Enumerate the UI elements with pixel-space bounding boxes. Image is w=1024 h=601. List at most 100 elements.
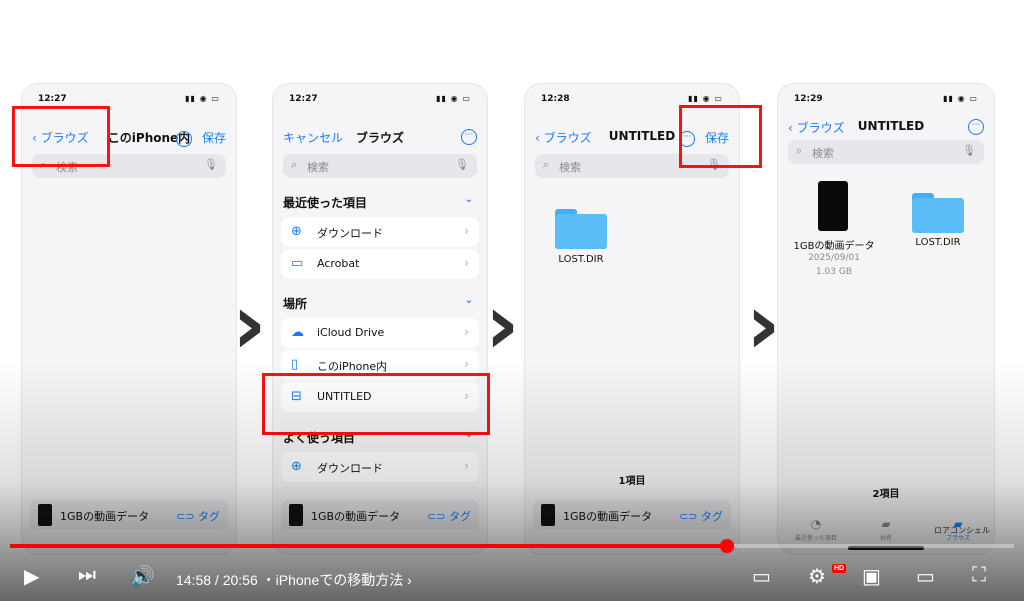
watermark: ロアコンシェル [934,526,990,535]
chapter-title[interactable]: ・iPhoneでの移動方法 [262,572,404,588]
file-name: 1GBの動画データ [60,510,150,523]
list-item-label: このiPhone内 [317,360,388,373]
file-name: 1GBの動画データ [563,510,653,523]
nav-actions: ··· 保存 [175,129,226,147]
list-item-label: ダウンロード [317,227,383,240]
chevron-down-icon: ⌄ [464,194,473,205]
chevron-right-icon: › [464,224,469,238]
folder-name: LOST.DIR [558,254,604,265]
search-placeholder: 検索 [307,161,329,174]
tag-label: タグ [198,510,220,523]
mic-icon[interactable]: 🎙 [455,158,469,171]
folder-icon: ▭ [291,256,304,271]
more-icon[interactable]: ··· [968,119,984,135]
folder-icon[interactable] [555,209,607,249]
tag-button[interactable]: ⊂⊃ タグ [427,508,471,524]
item-count: 2項目 [872,489,900,500]
search-icon: ⌕ [796,144,803,157]
file-thumbnail [38,504,52,526]
status-icons: ▮▮ ◉ ▭ [943,94,978,103]
status-time: 12:28 [541,94,570,104]
chevron-right-icon: › [746,275,781,373]
nav-title: UNTITLED [857,119,925,133]
player-controls: ▶ ⏭ 🔊 14:58 / 20:56 ・iPhoneでの移動方法 › ▭ ⚙ … [0,560,1024,594]
folder-body [555,214,607,249]
save-button[interactable]: 保存 [202,131,226,145]
status-time: 12:27 [289,94,318,104]
section-recent[interactable]: 最近使った項目 ⌄ [283,194,477,211]
shared-folder-icon: ▰ [881,517,891,531]
volume-icon[interactable]: 🔊 [130,564,155,589]
play-icon[interactable]: ▶ [24,564,39,589]
miniplayer-icon[interactable]: ▣ [862,564,881,589]
list-item-icloud[interactable]: ☁ iCloud Drive › [281,318,479,348]
list-item-label: iCloud Drive [317,326,385,339]
search-placeholder: 検索 [812,147,834,160]
highlight-untitled [262,373,490,435]
list-item-fav-downloads[interactable]: ⊕ ダウンロード › [281,452,479,482]
chevron-right-icon: › [464,357,469,371]
list-item-label: Acrobat [317,257,360,270]
tab-recent[interactable]: ◔ 最近使った項目 [786,517,846,542]
phone-icon: ▯ [291,357,299,372]
tab-recent-label: 最近使った項目 [794,535,837,542]
theater-icon[interactable]: ▭ [916,564,935,589]
mic-icon[interactable]: 🎙 [962,144,976,157]
subtitles-icon[interactable]: ▭ [752,564,771,589]
nav-actions: ··· [461,129,477,145]
progress-scrubber[interactable] [719,539,734,553]
tag-label: タグ [449,510,471,523]
status-icons: ▮▮ ◉ ▭ [436,94,471,103]
next-icon[interactable]: ⏭ [78,564,96,587]
item-count: 1項目 [618,476,646,487]
tag-button[interactable]: ⊂⊃ タグ [176,508,220,524]
nav-actions: ··· [968,119,984,135]
search-field[interactable]: ⌕ 検索 🎙 [788,140,984,164]
hd-badge: HD [832,564,847,573]
clock-icon: ◔ [810,517,822,531]
download-icon: ⊕ [291,459,302,474]
status-icons: ▮▮ ◉ ▭ [185,94,220,103]
section-locations[interactable]: 場所 ⌄ [283,295,477,312]
chevron-right-icon: › [464,459,469,473]
tab-shared[interactable]: ▰ 共有 [856,517,916,542]
chevron-right-icon[interactable]: › [407,572,412,588]
list-item-downloads[interactable]: ⊕ ダウンロード › [281,217,479,247]
chevron-right-icon: › [464,256,469,270]
chevron-right-icon: › [232,275,267,373]
chevron-down-icon: ⌄ [464,295,473,306]
file-size: 1.03 GB [815,267,853,277]
bottom-file-bar: 1GBの動画データ ⊂⊃ タグ [281,500,479,530]
more-icon[interactable]: ··· [461,129,477,145]
list-item-label: ダウンロード [317,462,383,475]
more-icon[interactable]: ··· [175,130,192,147]
download-icon: ⊕ [291,224,302,239]
nav-title: ブラウズ [355,131,404,145]
time-display: 14:58 / 20:56 ・iPhoneでの移動方法 › [176,570,412,590]
tag-button[interactable]: ⊂⊃ タグ [679,508,723,524]
settings-icon[interactable]: ⚙ [808,564,826,589]
file-name: 1GBの動画データ [793,241,875,252]
section-recent-label: 最近使った項目 [283,196,368,210]
folder-icon[interactable] [912,193,964,233]
mic-icon[interactable]: 🎙 [204,158,218,171]
file-thumbnail [289,504,303,526]
highlight-save [679,105,762,168]
search-field[interactable]: ⌕ 検索 🎙 [283,154,477,178]
phone-panel-4: 12:29 ▮▮ ◉ ▭ ‹ ブラウズ UNTITLED ··· ⌕ 検索 🎙 … [778,84,994,554]
tab-browse-label: ブラウズ [945,535,970,542]
phone-panel-2: 12:27 ▮▮ ◉ ▭ キャンセル ブラウズ ··· ⌕ 検索 🎙 最近使った… [273,84,487,554]
progress-bar[interactable] [10,539,1014,553]
chevron-right-icon: › [464,325,469,339]
list-item-acrobat[interactable]: ▭ Acrobat › [281,249,479,279]
nav-bar: ‹ ブラウズ UNTITLED ··· [788,116,984,138]
video-file-thumbnail[interactable] [818,181,848,231]
status-time: 12:29 [794,94,823,104]
fullscreen-icon[interactable]: ⛶ [972,564,986,587]
bottom-file-bar: 1GBの動画データ ⊂⊃ タグ [30,500,228,530]
chevron-right-icon: › [485,275,520,373]
folder-name: LOST.DIR [915,237,961,248]
search-placeholder: 検索 [559,161,581,174]
highlight-back-button [12,106,110,167]
file-date: 2025/09/01 [808,253,860,263]
